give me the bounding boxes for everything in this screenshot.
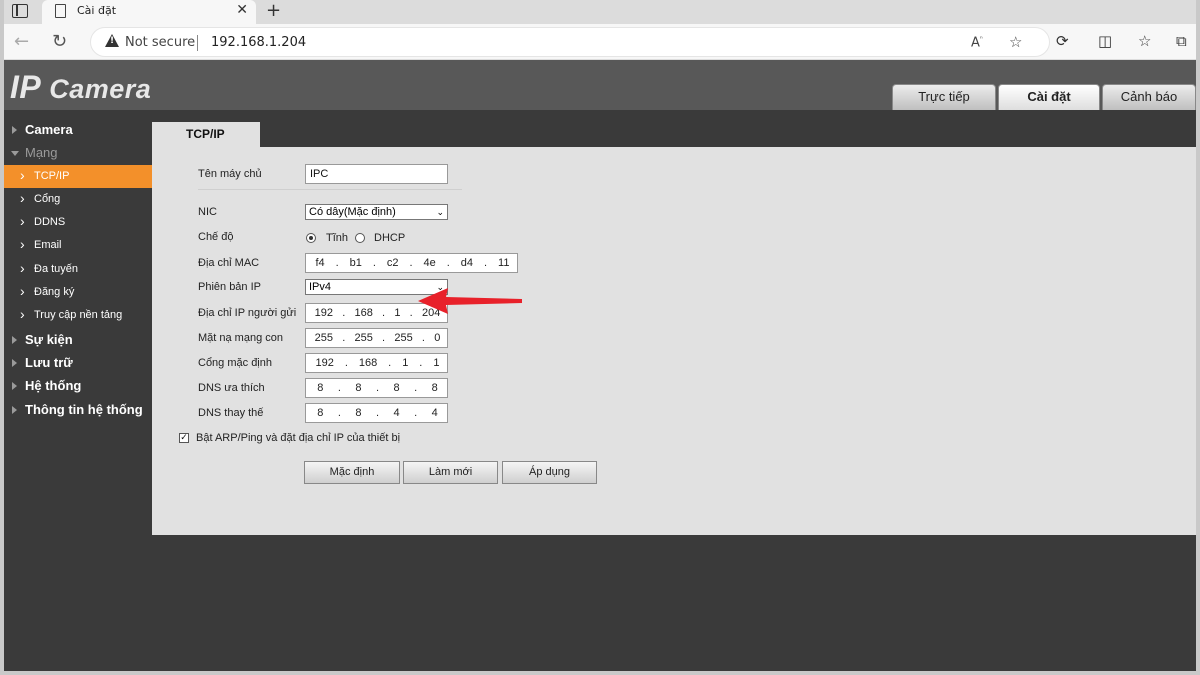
- sidebar-item-platform-access[interactable]: Truy cập nền tảng: [4, 303, 152, 327]
- sidebar-item-storage[interactable]: Lưu trữ: [4, 351, 152, 374]
- not-secure-label[interactable]: Not secure: [125, 35, 195, 50]
- favorites-icon[interactable]: ☆: [1138, 32, 1151, 50]
- sidebar: Camera Mạng TCP/IP Cổng DDNS Email Đa tu…: [4, 118, 152, 421]
- new-tab-button[interactable]: +: [266, 0, 281, 21]
- read-aloud-icon[interactable]: Aⁿ: [971, 35, 983, 50]
- split-screen-icon[interactable]: ◫: [1098, 32, 1112, 50]
- page-icon: [55, 4, 66, 18]
- annotation-arrow-icon: [418, 288, 522, 314]
- favorite-star-icon[interactable]: ☆: [1009, 33, 1022, 51]
- refresh-icon[interactable]: ↻: [52, 31, 67, 52]
- tab-tcpip[interactable]: TCP/IP: [152, 122, 260, 147]
- sidebar-item-system[interactable]: Hệ thống: [4, 374, 152, 397]
- camera-page: IP Camera Trực tiếp Cài đặt Cảnh báo Cam…: [4, 60, 1196, 671]
- arp-ping-checkbox[interactable]: ✓: [179, 433, 189, 443]
- ip-version-value: IPv4: [309, 281, 332, 293]
- warning-icon[interactable]: [105, 34, 119, 47]
- sidebar-item-multicast[interactable]: Đa tuyến: [4, 257, 152, 281]
- subnet-input[interactable]: 255. 255. 255. 0: [305, 328, 448, 348]
- mode-label: Chế độ: [198, 231, 234, 243]
- mac-label: Địa chỉ MAC: [198, 257, 260, 269]
- arp-ping-label: Bật ARP/Ping và đặt địa chỉ IP của thiết…: [196, 432, 401, 444]
- address-bar[interactable]: Not secure 192.168.1.204 Aⁿ ☆: [90, 27, 1050, 57]
- default-button[interactable]: Mặc định: [304, 461, 400, 484]
- nic-label: NIC: [198, 206, 217, 218]
- gateway-label: Cổng mặc định: [198, 357, 272, 369]
- back-icon[interactable]: ←: [14, 31, 29, 52]
- url-text[interactable]: 192.168.1.204: [211, 35, 306, 50]
- apply-button[interactable]: Áp dụng: [502, 461, 597, 484]
- nic-select[interactable]: Có dây(Mặc định) ⌄: [305, 204, 448, 220]
- sidebar-item-email[interactable]: Email: [4, 233, 152, 257]
- dns-secondary-input[interactable]: 8. 8. 4. 4: [305, 403, 448, 423]
- nic-select-value: Có dây(Mặc định): [309, 206, 396, 218]
- sidebar-item-ddns[interactable]: DDNS: [4, 210, 152, 234]
- tab-settings[interactable]: Cài đặt: [998, 84, 1100, 110]
- dns-primary-label: DNS ưa thích: [198, 382, 265, 394]
- mode-static-label: Tĩnh: [326, 232, 349, 244]
- browser-tab-strip: Cài đặt ✕ +: [4, 0, 1196, 24]
- dns-primary-input[interactable]: 8. 8. 8. 8: [305, 378, 448, 398]
- browser-tab[interactable]: Cài đặt ✕: [42, 0, 256, 24]
- hostname-input[interactable]: IPC: [305, 164, 448, 184]
- sidebar-item-system-info[interactable]: Thông tin hệ thống: [4, 398, 152, 421]
- refresh-button[interactable]: Làm mới: [403, 461, 498, 484]
- hostname-label: Tên máy chủ: [198, 168, 262, 180]
- sidebar-item-port[interactable]: Cổng: [4, 187, 152, 211]
- dns-secondary-label: DNS thay thế: [198, 407, 264, 419]
- mode-dhcp-label: DHCP: [374, 232, 406, 244]
- camera-header: IP Camera Trực tiếp Cài đặt Cảnh báo: [4, 60, 1196, 110]
- divider: [198, 189, 462, 190]
- mode-static-radio[interactable]: [306, 233, 316, 243]
- mac-field: f4. b1. c2. 4e. d4. 11: [305, 253, 518, 273]
- close-tab-icon[interactable]: ✕: [236, 2, 248, 18]
- tab-actions-icon[interactable]: [12, 4, 28, 18]
- tab-alarm[interactable]: Cảnh báo: [1102, 84, 1196, 110]
- subnet-label: Mặt nạ mạng con: [198, 332, 283, 344]
- sidebar-item-event[interactable]: Sự kiện: [4, 328, 152, 351]
- collections-icon[interactable]: ⧉: [1176, 32, 1187, 50]
- gateway-input[interactable]: 192. 168. 1. 1: [305, 353, 448, 373]
- tab-live[interactable]: Trực tiếp: [892, 84, 996, 110]
- sidebar-item-register[interactable]: Đăng ký: [4, 280, 152, 304]
- divider: [197, 35, 198, 51]
- sidebar-item-tcpip[interactable]: TCP/IP: [4, 164, 152, 188]
- ip-version-label: Phiên bản IP: [198, 281, 261, 293]
- sidebar-item-camera[interactable]: Camera: [4, 118, 152, 141]
- logo: IP Camera: [10, 69, 152, 105]
- chevron-down-icon: ⌄: [436, 207, 444, 217]
- ip-address-label: Địa chỉ IP người gửi: [198, 307, 297, 319]
- mode-dhcp-radio[interactable]: [355, 233, 365, 243]
- extensions-icon[interactable]: ⟳: [1056, 32, 1069, 50]
- tcpip-panel: Tên máy chủ IPC NIC Có dây(Mặc định) ⌄ C…: [152, 147, 1196, 535]
- sidebar-item-network[interactable]: Mạng: [4, 141, 152, 164]
- tab-title: Cài đặt: [77, 4, 117, 17]
- browser-toolbar: ← ↻ Not secure 192.168.1.204 Aⁿ ☆ ⟳ ◫ ☆ …: [4, 24, 1196, 60]
